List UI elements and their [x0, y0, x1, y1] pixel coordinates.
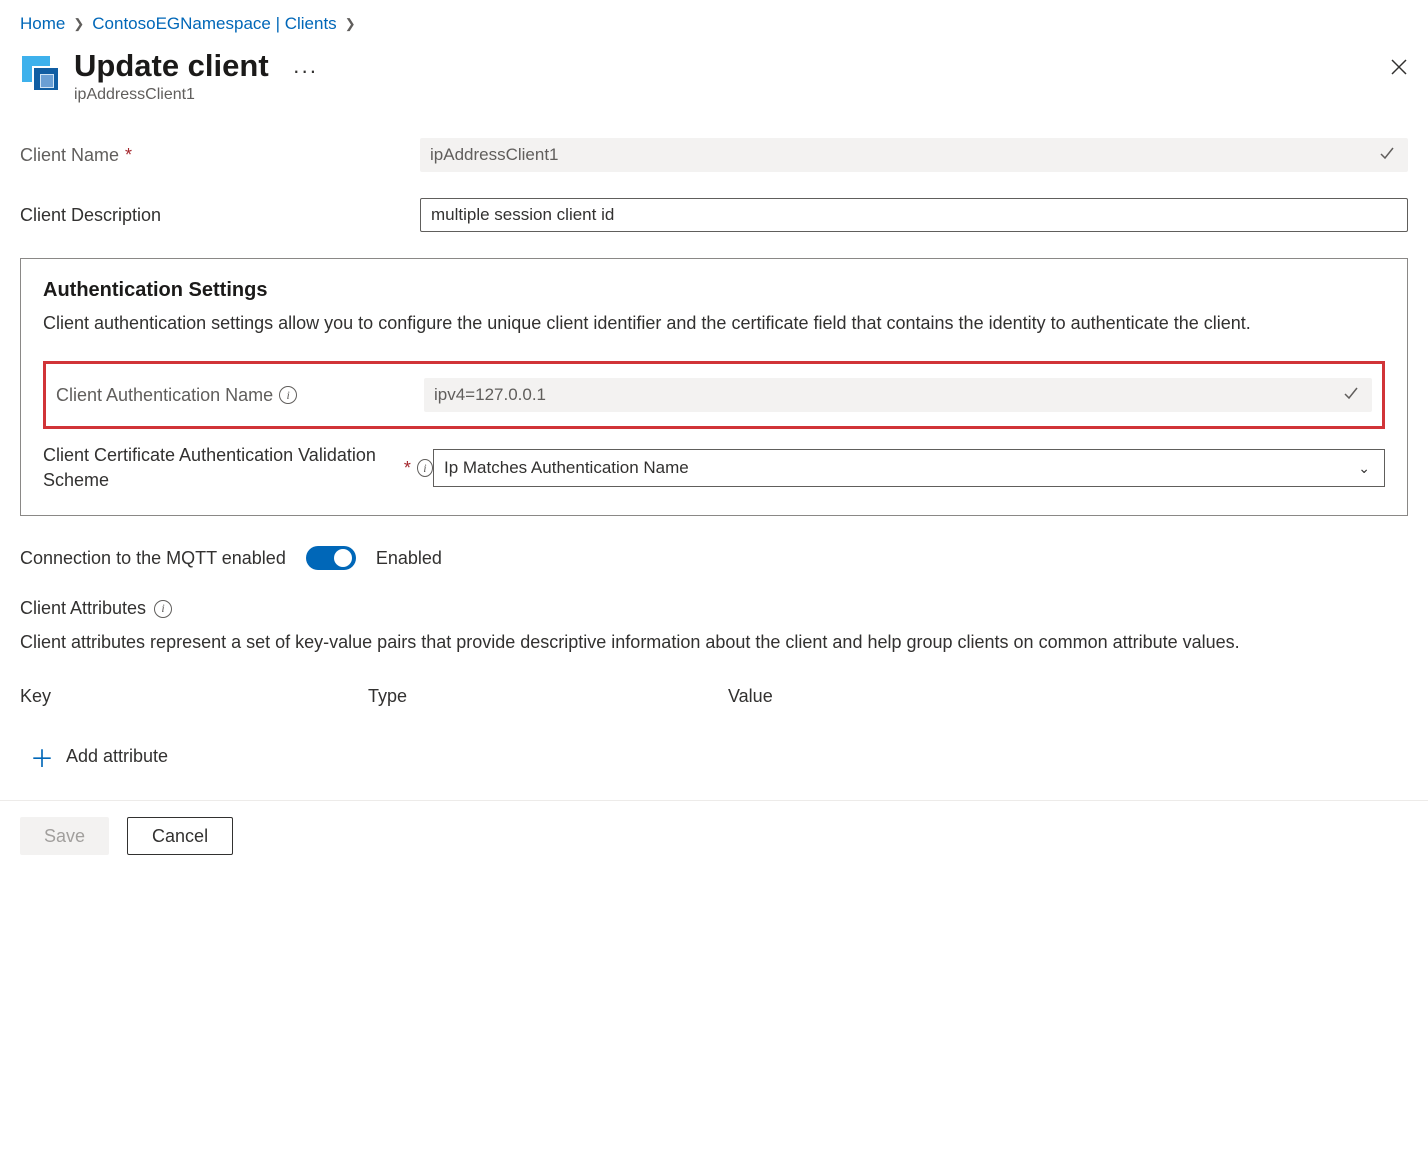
attributes-table-header: Key Type Value [20, 686, 1408, 707]
attributes-col-key: Key [20, 686, 368, 707]
client-name-field: ipAddressClient1 [420, 138, 1408, 172]
chevron-right-icon: ❯ [345, 16, 356, 32]
client-description-row: Client Description [20, 198, 1408, 232]
info-icon[interactable]: i [417, 459, 433, 477]
auth-settings-title: Authentication Settings [43, 279, 1385, 302]
required-indicator: * [404, 456, 411, 481]
info-icon[interactable]: i [154, 600, 172, 618]
client-description-label: Client Description [20, 205, 420, 226]
auth-name-field: ipv4=127.0.0.1 [424, 378, 1372, 412]
client-attributes-description: Client attributes represent a set of key… [20, 629, 1408, 656]
info-icon[interactable]: i [279, 386, 297, 404]
check-icon [1378, 144, 1396, 167]
more-actions-button[interactable]: ··· [293, 58, 318, 84]
close-icon [1390, 58, 1408, 76]
chevron-down-icon: ⌄ [1358, 460, 1370, 477]
close-button[interactable] [1390, 58, 1408, 82]
attributes-col-value: Value [728, 686, 773, 707]
mqtt-toggle-row: Connection to the MQTT enabled Enabled [20, 546, 1408, 570]
auth-settings-description: Client authentication settings allow you… [43, 310, 1385, 337]
required-indicator: * [125, 145, 132, 166]
mqtt-toggle-label: Connection to the MQTT enabled [20, 548, 286, 569]
add-attribute-button[interactable]: ＋ Add attribute [20, 733, 178, 780]
validation-scheme-label: Client Certificate Authentication Valida… [43, 443, 433, 493]
toggle-knob [334, 549, 352, 567]
validation-scheme-select[interactable]: Ip Matches Authentication Name ⌄ [433, 449, 1385, 487]
client-name-row: Client Name * ipAddressClient1 [20, 138, 1408, 172]
auth-name-label: Client Authentication Name i [56, 385, 424, 406]
footer-actions: Save Cancel [0, 800, 1428, 871]
breadcrumb: Home ❯ ContosoEGNamespace | Clients ❯ [20, 14, 1408, 34]
mqtt-toggle[interactable] [306, 546, 356, 570]
cancel-button[interactable]: Cancel [127, 817, 233, 855]
client-description-field[interactable] [420, 198, 1408, 232]
breadcrumb-namespace[interactable]: ContosoEGNamespace | Clients [92, 14, 336, 34]
attributes-col-type: Type [368, 686, 728, 707]
auth-name-highlight: Client Authentication Name i ipv4=127.0.… [43, 361, 1385, 429]
save-button[interactable]: Save [20, 817, 109, 855]
page-title: Update client [74, 48, 269, 84]
mqtt-toggle-status: Enabled [376, 548, 442, 569]
chevron-right-icon: ❯ [73, 16, 84, 32]
client-resource-icon [20, 54, 60, 94]
breadcrumb-home[interactable]: Home [20, 14, 65, 34]
plus-icon: ＋ [30, 739, 54, 774]
check-icon [1342, 384, 1360, 407]
page-header: Update client ipAddressClient1 ··· [20, 48, 1408, 104]
page-subtitle: ipAddressClient1 [74, 86, 269, 104]
validation-scheme-row: Client Certificate Authentication Valida… [43, 443, 1385, 493]
client-attributes-title: Client Attributes i [20, 598, 1408, 619]
client-name-label: Client Name * [20, 145, 420, 166]
auth-settings-section: Authentication Settings Client authentic… [20, 258, 1408, 516]
